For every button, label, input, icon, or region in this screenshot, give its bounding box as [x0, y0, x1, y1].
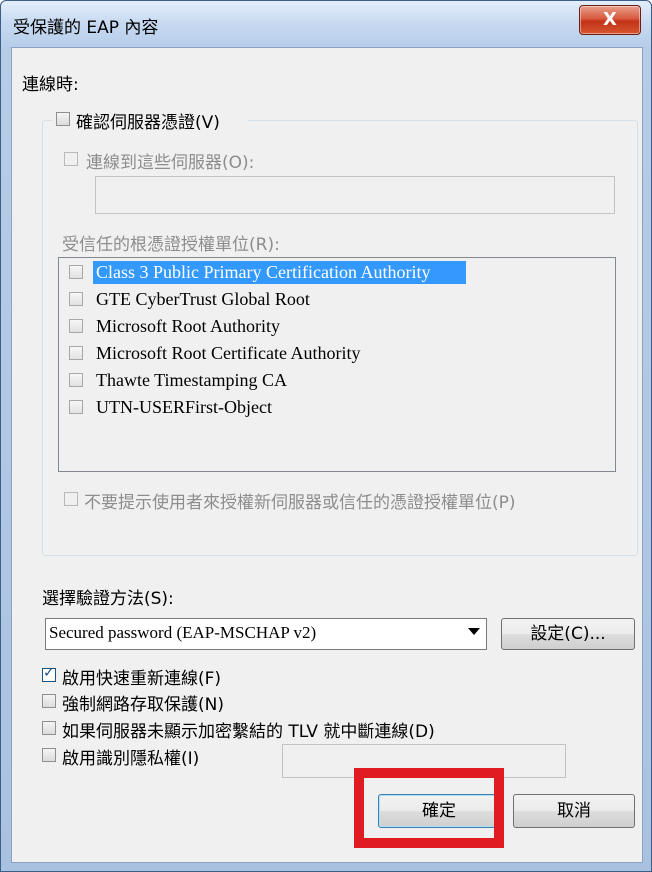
dialog-title: 受保護的 EAP 內容	[13, 18, 159, 38]
dropdown-arrow-icon[interactable]	[468, 628, 480, 635]
fast-reconnect-label: 啟用快速重新連線(F)	[62, 669, 222, 689]
ca-label: Thawte Timestamping CA	[96, 370, 288, 390]
no-prompt-box[interactable]	[64, 492, 78, 506]
dialog-window: 受保護的 EAP 內容 X 連線時: 確認伺服器憑證(V) 連線到這些伺服器(O…	[0, 0, 652, 872]
connect-servers-checkbox[interactable]: 連線到這些伺服器(O):	[64, 148, 364, 173]
trusted-ca-list[interactable]: Class 3 Public Primary Certification Aut…	[58, 257, 616, 472]
disconnect-tlv-checkbox[interactable]: 如果伺服器未顯示加密繫結的 TLV 就中斷連線(D)	[42, 717, 622, 742]
enforce-nap-box[interactable]	[42, 694, 56, 708]
trusted-ca-label: 受信任的根憑證授權單位(R):	[62, 235, 280, 255]
cancel-button[interactable]: 取消	[513, 794, 635, 828]
ca-label: Class 3 Public Primary Certification Aut…	[93, 261, 466, 284]
auth-method-value: Secured password (EAP-MSCHAP v2)	[49, 623, 317, 642]
disconnect-tlv-label: 如果伺服器未顯示加密繫結的 TLV 就中斷連線(D)	[62, 722, 435, 742]
no-prompt-checkbox[interactable]: 不要提示使用者來授權新伺服器或信任的憑證授權單位(P)	[64, 488, 624, 513]
identity-privacy-label: 啟用識別隱私權(I)	[62, 749, 200, 769]
ca-label: UTN-USERFirst-Object	[96, 397, 272, 417]
fast-reconnect-checkbox[interactable]: 啟用快速重新連線(F)	[42, 664, 542, 689]
identity-privacy-checkbox[interactable]: 啟用識別隱私權(I)	[42, 744, 272, 769]
ca-checkbox[interactable]	[69, 265, 83, 279]
no-prompt-label: 不要提示使用者來授權新伺服器或信任的憑證授權單位(P)	[84, 493, 516, 513]
servers-input[interactable]	[95, 176, 615, 214]
verify-cert-checkbox[interactable]: 確認伺服器憑證(V)	[52, 108, 248, 133]
disconnect-tlv-box[interactable]	[42, 721, 56, 735]
ca-checkbox[interactable]	[69, 400, 83, 414]
identity-privacy-box[interactable]	[42, 748, 56, 762]
ca-list-item[interactable]: Class 3 Public Primary Certification Aut…	[59, 260, 615, 285]
close-button[interactable]: X	[579, 5, 641, 35]
ca-checkbox[interactable]	[69, 373, 83, 387]
title-bar[interactable]: 受保護的 EAP 內容 X	[1, 1, 651, 47]
ca-list-item[interactable]: GTE CyberTrust Global Root	[59, 287, 615, 312]
auth-method-select[interactable]: Secured password (EAP-MSCHAP v2)	[45, 618, 487, 650]
verify-cert-label: 確認伺服器憑證(V)	[76, 113, 220, 133]
close-icon: X	[603, 9, 617, 30]
ca-checkbox[interactable]	[69, 292, 83, 306]
enforce-nap-label: 強制網路存取保護(N)	[62, 695, 224, 715]
configure-label: 設定(C)...	[530, 624, 606, 644]
highlight-box	[354, 768, 504, 848]
dialog-content: 連線時: 確認伺服器憑證(V) 連線到這些伺服器(O): 受信任的根憑證授權單位…	[11, 47, 643, 863]
connect-servers-label: 連線到這些伺服器(O):	[86, 153, 255, 173]
ca-checkbox[interactable]	[69, 346, 83, 360]
configure-button[interactable]: 設定(C)...	[501, 618, 635, 650]
verify-cert-box[interactable]	[56, 112, 70, 126]
ca-label: Microsoft Root Certificate Authority	[96, 343, 361, 363]
cancel-label: 取消	[557, 801, 591, 821]
fast-reconnect-box[interactable]	[42, 665, 56, 682]
ca-checkbox[interactable]	[69, 319, 83, 333]
ca-list-item[interactable]: Thawte Timestamping CA	[59, 368, 615, 393]
ca-list-item[interactable]: UTN-USERFirst-Object	[59, 395, 615, 420]
ca-label: Microsoft Root Authority	[96, 316, 280, 336]
auth-method-label: 選擇驗證方法(S):	[42, 589, 174, 609]
connect-servers-box[interactable]	[64, 152, 78, 166]
ca-label: GTE CyberTrust Global Root	[96, 289, 310, 309]
ca-list-item[interactable]: Microsoft Root Authority	[59, 314, 615, 339]
enforce-nap-checkbox[interactable]: 強制網路存取保護(N)	[42, 690, 542, 715]
connect-label: 連線時:	[22, 75, 79, 95]
ca-list-item[interactable]: Microsoft Root Certificate Authority	[59, 341, 615, 366]
